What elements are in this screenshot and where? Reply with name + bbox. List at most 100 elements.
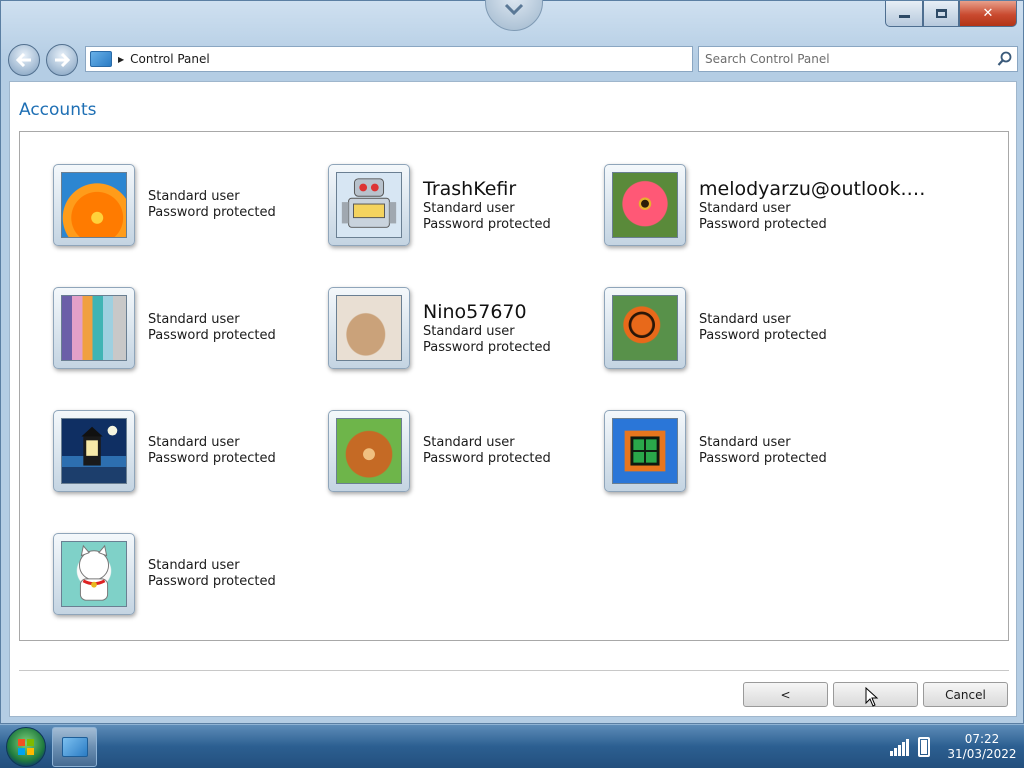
control-panel-icon xyxy=(61,737,88,757)
account-type: Standard user xyxy=(148,189,240,204)
account-type: Standard user xyxy=(148,312,240,327)
lighthouse-picture xyxy=(61,418,127,484)
account-item[interactable]: Standard user Password protected xyxy=(53,529,323,619)
account-info: Standard user Password protected xyxy=(148,435,276,467)
account-status: Password protected xyxy=(699,451,827,466)
account-info: Standard user Password protected xyxy=(423,435,551,467)
minimize-button[interactable] xyxy=(885,1,923,27)
account-picture-frame[interactable] xyxy=(328,164,410,246)
account-picture-frame[interactable] xyxy=(53,533,135,615)
dog-picture xyxy=(336,418,402,484)
account-name: TrashKefir xyxy=(423,178,517,200)
pink-flower-picture xyxy=(612,172,678,238)
taskbar-control-panel[interactable] xyxy=(52,727,97,767)
account-item[interactable]: Standard user Password protected xyxy=(328,406,598,496)
accounts-grid: Standard user Password protected TrashKe… xyxy=(19,131,1009,641)
account-info: Standard user Password protected xyxy=(148,189,276,221)
account-info: Standard user Password protected xyxy=(148,558,276,590)
forward-nav-button[interactable] xyxy=(46,44,78,76)
robot-picture xyxy=(336,172,402,238)
account-status: Password protected xyxy=(148,205,276,220)
account-status: Password protected xyxy=(423,217,551,232)
account-picture-frame[interactable] xyxy=(604,164,686,246)
account-status: Password protected xyxy=(423,340,551,355)
account-item[interactable]: melodyarzu@outlook.… Standard user Passw… xyxy=(604,160,926,250)
chevron-down-icon[interactable] xyxy=(485,0,543,31)
content-pane: Accounts Standard user Password protecte… xyxy=(9,81,1017,717)
search-input[interactable] xyxy=(705,52,985,66)
account-name: melodyarzu@outlook.… xyxy=(699,178,926,200)
account-picture-frame[interactable] xyxy=(328,410,410,492)
account-type: Standard user xyxy=(148,435,240,450)
account-type: Standard user xyxy=(699,201,791,216)
back-button[interactable]: < xyxy=(743,682,828,707)
system-tray: 07:22 31/03/2022 xyxy=(890,725,1024,768)
account-picture-frame[interactable] xyxy=(53,164,135,246)
account-type: Standard user xyxy=(148,558,240,573)
taskbar: 07:22 31/03/2022 xyxy=(0,724,1024,768)
close-icon: ✕ xyxy=(982,6,994,21)
account-picture-frame[interactable] xyxy=(604,287,686,369)
maximize-button[interactable] xyxy=(923,1,959,27)
clock[interactable]: 07:22 31/03/2022 xyxy=(944,732,1020,762)
account-type: Standard user xyxy=(423,324,515,339)
account-info: Standard user Password protected xyxy=(148,312,276,344)
breadcrumb-control-panel[interactable]: Control Panel xyxy=(130,52,210,66)
breadcrumb-arrow-icon[interactable]: ▶ xyxy=(118,55,124,64)
account-status: Password protected xyxy=(148,574,276,589)
account-status: Password protected xyxy=(699,328,827,343)
network-signal-icon[interactable] xyxy=(890,738,910,756)
minimize-icon xyxy=(898,15,910,18)
control-panel-icon xyxy=(90,51,112,67)
account-info: melodyarzu@outlook.… Standard user Passw… xyxy=(699,177,926,233)
account-info: Nino57670 Standard user Password protect… xyxy=(423,300,551,356)
account-info: Standard user Password protected xyxy=(699,312,827,344)
account-item[interactable]: Standard user Password protected xyxy=(53,406,323,496)
account-name: Nino57670 xyxy=(423,301,527,323)
window-picture xyxy=(612,418,678,484)
back-nav-button[interactable] xyxy=(8,44,40,76)
clock-time: 07:22 xyxy=(964,732,1000,746)
account-status: Password protected xyxy=(148,328,276,343)
account-type: Standard user xyxy=(699,312,791,327)
close-button[interactable]: ✕ xyxy=(959,1,1017,27)
account-item[interactable]: Standard user Password protected xyxy=(53,160,323,250)
butterfly-picture xyxy=(612,295,678,361)
account-status: Password protected xyxy=(148,451,276,466)
account-item[interactable]: TrashKefir Standard user Password protec… xyxy=(328,160,598,250)
account-item[interactable]: Standard user Password protected xyxy=(53,283,323,373)
account-info: TrashKefir Standard user Password protec… xyxy=(423,177,551,233)
windows-logo-icon xyxy=(18,739,34,755)
search-icon[interactable] xyxy=(997,51,1013,67)
arrow-left-icon xyxy=(16,53,31,67)
maximize-icon xyxy=(935,9,947,18)
account-picture-frame[interactable] xyxy=(328,287,410,369)
page-title: Accounts xyxy=(19,100,97,120)
clock-date: 31/03/2022 xyxy=(947,747,1017,761)
account-status: Password protected xyxy=(423,451,551,466)
account-item[interactable]: Standard user Password protected xyxy=(604,406,874,496)
account-picture-frame[interactable] xyxy=(53,287,135,369)
start-button[interactable] xyxy=(6,727,46,767)
control-panel-window: ✕ ▶ Control Panel Accounts xyxy=(0,0,1024,724)
arrow-right-icon xyxy=(55,53,70,67)
address-bar[interactable]: ▶ Control Panel xyxy=(85,46,693,72)
navigation-bar: ▶ Control Panel xyxy=(1,41,1023,79)
account-picture-frame[interactable] xyxy=(53,410,135,492)
search-box[interactable] xyxy=(698,46,1018,72)
account-info: Standard user Password protected xyxy=(699,435,827,467)
account-item[interactable]: Nino57670 Standard user Password protect… xyxy=(328,283,598,373)
cancel-button[interactable]: Cancel xyxy=(923,682,1008,707)
battery-icon[interactable] xyxy=(918,737,930,757)
crayons-picture xyxy=(61,295,127,361)
footer-divider xyxy=(19,670,1009,671)
title-bar[interactable]: ✕ xyxy=(1,0,1023,39)
window-controls: ✕ xyxy=(885,1,1017,27)
account-type: Standard user xyxy=(423,201,515,216)
account-type: Standard user xyxy=(423,435,515,450)
mouse-cursor-icon xyxy=(865,687,879,707)
account-picture-frame[interactable] xyxy=(604,410,686,492)
lucky-cat-picture xyxy=(61,541,127,607)
account-status: Password protected xyxy=(699,217,827,232)
account-item[interactable]: Standard user Password protected xyxy=(604,283,874,373)
